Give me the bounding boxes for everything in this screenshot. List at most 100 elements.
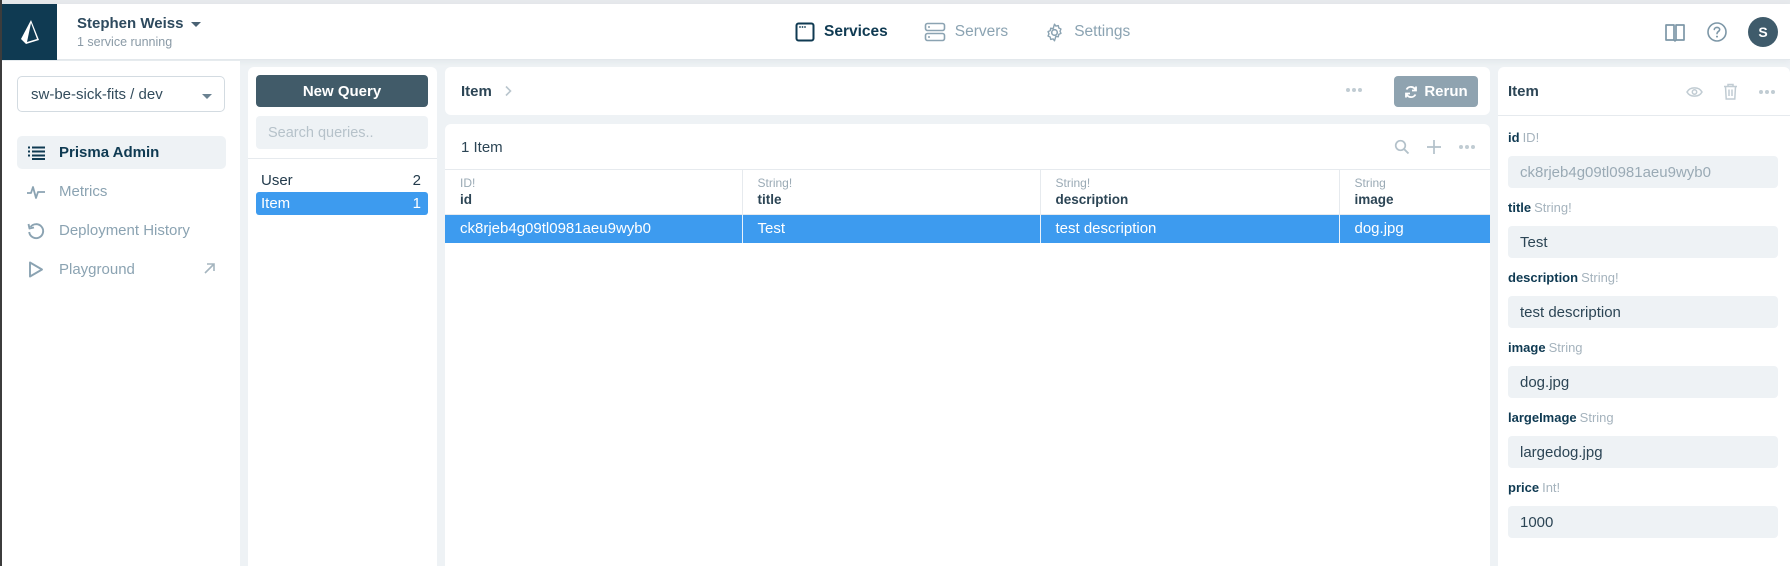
column-type: String <box>1354 175 1386 190</box>
model-count: 2 <box>412 172 421 189</box>
book-icon[interactable] <box>1664 22 1686 42</box>
cell-id[interactable]: ck8rjeb4g09tl0981aeu9wyb0 <box>445 214 743 243</box>
field-value-title[interactable]: Test <box>1508 226 1778 258</box>
more-options-icon[interactable] <box>1458 144 1476 150</box>
field-value-description[interactable]: test description <box>1508 296 1778 328</box>
model-name: Item <box>261 195 291 212</box>
avatar[interactable]: S <box>1748 17 1778 47</box>
more-options-icon[interactable] <box>1758 89 1776 95</box>
field-label: id ID! <box>1508 129 1778 147</box>
header-actions: S <box>1664 4 1778 60</box>
breadcrumb: Item <box>461 67 512 115</box>
field-name: title <box>1508 200 1532 215</box>
table-row[interactable]: ck8rjeb4g09tl0981aeu9wyb0 Test test desc… <box>445 214 1490 243</box>
tab-settings-label: Settings <box>1074 23 1131 40</box>
top-header: Stephen Weiss 1 service running Services… <box>0 4 1790 60</box>
sidebar-nav: Prisma Admin Metrics Deployment History <box>17 136 226 292</box>
tab-servers-label: Servers <box>954 23 1009 40</box>
add-icon[interactable] <box>1426 139 1442 155</box>
pulse-icon <box>27 183 45 201</box>
sidebar-item-playground[interactable]: Playground <box>17 253 226 286</box>
list-icon <box>27 144 45 162</box>
detail-toolbar <box>1686 67 1776 116</box>
search-icon[interactable] <box>1394 139 1410 155</box>
field-label: title String! <box>1508 199 1778 217</box>
field-name: price <box>1508 480 1540 495</box>
history-icon <box>27 222 45 240</box>
field-name: description <box>1508 270 1579 285</box>
field-value-large-image[interactable]: largedog.jpg <box>1508 436 1778 468</box>
field-title: title String! Test <box>1508 199 1778 258</box>
cell-title[interactable]: Test <box>742 214 1041 243</box>
results-toolbar <box>1394 124 1476 170</box>
server-icon <box>924 22 946 42</box>
results-table: ID! id String! title String! description… <box>445 170 1490 243</box>
eye-icon[interactable] <box>1686 86 1703 98</box>
column-header-description[interactable]: String! description <box>1040 170 1340 215</box>
account-switcher[interactable]: Stephen Weiss 1 service running <box>77 15 202 49</box>
chevron-down-icon <box>191 22 202 27</box>
detail-title: Item <box>1508 83 1539 100</box>
field-label: price Int! <box>1508 479 1778 497</box>
prisma-logo-icon <box>20 20 39 44</box>
main-nav: Services Servers Settings <box>795 4 1166 60</box>
field-type: ID! <box>1522 130 1540 145</box>
model-item-user[interactable]: User 2 <box>256 169 428 192</box>
tab-settings[interactable]: Settings <box>1044 22 1130 43</box>
field-name: largeImage <box>1508 410 1577 425</box>
sidebar-item-prisma-admin[interactable]: Prisma Admin <box>17 136 226 169</box>
tab-services-label: Services <box>824 23 888 40</box>
tab-services[interactable]: Services <box>795 22 888 42</box>
tab-servers[interactable]: Servers <box>924 22 1008 42</box>
field-value-price[interactable]: 1000 <box>1508 506 1778 538</box>
field-id: id ID! ck8rjeb4g09tl0981aeu9wyb0 <box>1508 129 1778 188</box>
record-detail-panel: Item id ID! ck8rjeb4g09tl0981aeu9wyb0 tit… <box>1498 67 1790 566</box>
model-name: User <box>261 172 293 189</box>
field-type: String <box>1579 410 1614 425</box>
cell-image[interactable]: dog.jpg <box>1339 214 1490 243</box>
window-left-edge <box>0 0 2 566</box>
column-header-id[interactable]: ID! id <box>445 170 743 215</box>
query-panel: New Query User 2 Item 1 <box>248 67 437 566</box>
field-name: id <box>1508 130 1520 145</box>
rerun-button[interactable]: Rerun <box>1394 76 1478 107</box>
help-icon[interactable] <box>1706 21 1728 43</box>
new-query-button[interactable]: New Query <box>256 75 428 107</box>
more-options-icon[interactable] <box>1345 87 1363 93</box>
column-type: String! <box>1055 175 1091 190</box>
results-header: 1 Item <box>445 124 1490 170</box>
user-name: Stephen Weiss <box>77 15 184 32</box>
breadcrumb-model[interactable]: Item <box>461 83 492 100</box>
results-panel: 1 Item ID! id String! title String! desc… <box>445 124 1490 566</box>
rerun-label: Rerun <box>1424 83 1468 100</box>
prisma-logo[interactable] <box>2 4 57 60</box>
column-header-image[interactable]: String image <box>1339 170 1490 215</box>
model-item-item[interactable]: Item 1 <box>256 192 428 215</box>
model-list: User 2 Item 1 <box>256 169 428 215</box>
field-type: String <box>1548 340 1583 355</box>
column-name: description <box>1055 191 1129 207</box>
model-count: 1 <box>412 195 421 212</box>
sidebar-item-label: Deployment History <box>59 222 190 239</box>
field-type: String! <box>1534 200 1572 215</box>
sidebar-item-label: Prisma Admin <box>59 144 160 161</box>
stage-selector-value: sw-be-sick-fits / dev <box>31 85 163 103</box>
gear-icon <box>1047 22 1062 42</box>
query-bar: Item Rerun <box>445 67 1490 115</box>
column-name: image <box>1354 191 1394 207</box>
table-header-row: ID! id String! title String! description… <box>445 170 1490 215</box>
column-type: ID! <box>460 175 476 190</box>
field-large-image: largeImage String largedog.jpg <box>1508 409 1778 468</box>
service-status: 1 service running <box>77 35 173 49</box>
search-queries-input[interactable] <box>256 116 428 149</box>
sidebar-item-deployment-history[interactable]: Deployment History <box>17 214 226 247</box>
column-header-title[interactable]: String! title <box>742 170 1041 215</box>
field-value-id: ck8rjeb4g09tl0981aeu9wyb0 <box>1508 156 1778 188</box>
field-value-image[interactable]: dog.jpg <box>1508 366 1778 398</box>
stage-selector[interactable]: sw-be-sick-fits / dev <box>17 76 225 112</box>
cell-description[interactable]: test description <box>1040 214 1340 243</box>
sidebar-item-metrics[interactable]: Metrics <box>17 175 226 208</box>
browser-window-icon <box>795 22 815 42</box>
trash-icon[interactable] <box>1723 83 1738 100</box>
sidebar-item-label: Metrics <box>59 183 108 200</box>
